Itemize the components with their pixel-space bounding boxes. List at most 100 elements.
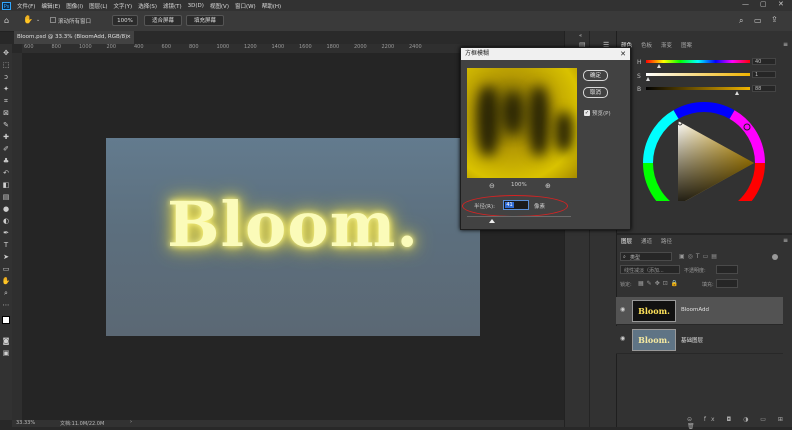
hue-slider[interactable]: [646, 60, 750, 63]
layers-menu-icon[interactable]: ≡: [783, 237, 788, 244]
layer-row-bloomadd[interactable]: ◉ Bloom. BloomAdd: [616, 297, 783, 325]
blur-preview[interactable]: [467, 68, 577, 178]
tab-layers[interactable]: 图层: [621, 237, 632, 245]
zoom-in-icon[interactable]: ⊕: [545, 182, 551, 190]
crop-tool-icon[interactable]: ⌗: [1, 96, 11, 106]
brightness-value[interactable]: 88: [752, 85, 776, 92]
menu-edit[interactable]: 编辑(E): [38, 2, 63, 10]
brightness-slider[interactable]: [646, 87, 750, 90]
hue-slider-handle[interactable]: [657, 64, 661, 68]
fit-screen-button[interactable]: 适合屏幕: [144, 15, 182, 26]
dodge-tool-icon[interactable]: ◐: [1, 216, 11, 226]
radius-slider-handle[interactable]: [489, 219, 495, 223]
fill-screen-button[interactable]: 填充屏幕: [186, 15, 224, 26]
magic-wand-icon[interactable]: ✦: [1, 84, 11, 94]
filter-toggle[interactable]: [772, 254, 778, 260]
tab-gradients[interactable]: 渐变: [661, 41, 672, 49]
tab-patterns[interactable]: 图案: [681, 41, 692, 49]
fill-input[interactable]: [716, 279, 738, 288]
opacity-input[interactable]: [716, 265, 738, 274]
layer-actions-bar[interactable]: ⊝ fx ◘ ◑ ▭ ⊞ 🗑: [687, 416, 792, 430]
path-select-icon[interactable]: ➤: [1, 252, 11, 262]
collapse-icon[interactable]: «: [579, 33, 582, 39]
pen-tool-icon[interactable]: ✒: [1, 228, 11, 238]
layer-filter-icons[interactable]: ▣◎T▭▤: [679, 253, 720, 260]
blend-mode-label: 线性减淡（添加...: [624, 268, 664, 274]
visibility-eye-icon[interactable]: ◉: [620, 306, 625, 313]
menu-window[interactable]: 窗口(W): [232, 2, 259, 10]
dialog-titlebar[interactable]: 方框模糊 ✕: [461, 48, 630, 60]
home-icon[interactable]: ⌂: [4, 16, 9, 25]
tab-swatches[interactable]: 色板: [641, 41, 652, 49]
type-tool-icon[interactable]: T: [1, 240, 11, 250]
hand-tool-icon[interactable]: ✋: [23, 15, 33, 24]
menu-image[interactable]: 图像(I): [63, 2, 86, 10]
visibility-eye-icon[interactable]: ◉: [620, 335, 625, 342]
foreground-color-swatch[interactable]: [2, 316, 10, 324]
panel-menu-icon[interactable]: ≡: [783, 41, 788, 48]
brightness-slider-handle[interactable]: [735, 91, 739, 95]
status-chevron-icon[interactable]: ›: [130, 419, 132, 425]
menu-3d[interactable]: 3D(D): [185, 3, 207, 9]
saturation-slider[interactable]: [646, 73, 750, 76]
zoom-out-icon[interactable]: ⊖: [489, 182, 495, 190]
hand-tool-icon[interactable]: ✋: [1, 276, 11, 286]
saturation-value[interactable]: 1: [752, 71, 776, 78]
maximize-icon[interactable]: ▢: [760, 0, 767, 8]
menu-help[interactable]: 帮助(H): [259, 2, 284, 10]
screen-mode-icon[interactable]: ▣: [1, 348, 11, 358]
radius-slider[interactable]: [467, 216, 571, 217]
search-icon[interactable]: ⌕: [739, 16, 743, 26]
preview-checkbox[interactable]: ✓: [584, 110, 590, 116]
tab-paths[interactable]: 路径: [661, 237, 672, 245]
tab-channels[interactable]: 通道: [641, 237, 652, 245]
dialog-close-icon[interactable]: ✕: [620, 48, 626, 60]
menu-layer[interactable]: 图层(L): [86, 2, 110, 10]
more-tools-icon[interactable]: ⋯: [1, 300, 11, 310]
blur-tool-icon[interactable]: ●: [1, 204, 11, 214]
minimize-icon[interactable]: —: [742, 0, 749, 8]
cancel-button[interactable]: 取消: [583, 87, 608, 98]
brush-tool-icon[interactable]: ✐: [1, 144, 11, 154]
gradient-tool-icon[interactable]: ▤: [1, 192, 11, 202]
menu-file[interactable]: 文件(F): [14, 2, 38, 10]
hue-value[interactable]: 40: [752, 58, 776, 65]
share-icon[interactable]: ⇪: [771, 15, 778, 24]
menu-type[interactable]: 文字(Y): [111, 2, 136, 10]
eyedropper-icon[interactable]: ✎: [1, 120, 11, 130]
saturation-slider-handle[interactable]: [646, 77, 650, 81]
frame-tool-icon[interactable]: ⊠: [1, 108, 11, 118]
eraser-icon[interactable]: ◧: [1, 180, 11, 190]
menu-filter[interactable]: 滤镜(T): [160, 2, 185, 10]
blend-mode-dropdown[interactable]: 线性减淡（添加...: [620, 265, 680, 274]
zoom-100-button[interactable]: 100%: [112, 15, 138, 26]
document-tab-title: Bloom.psd @ 33.3% (BloomAdd, RGB/8): [17, 34, 128, 40]
layer-row-base[interactable]: ◉ Bloom. 基础图层: [616, 326, 783, 354]
fill-label: 填充:: [702, 282, 714, 288]
lock-icons[interactable]: ▦✎✥⊡🔒: [638, 280, 681, 287]
chevron-down-icon[interactable]: ⌄: [36, 17, 40, 23]
quick-mask-icon[interactable]: ◙: [1, 336, 11, 346]
lasso-tool-icon[interactable]: ↄ: [1, 72, 11, 82]
document-tab[interactable]: Bloom.psd @ 33.3% (BloomAdd, RGB/8) ×: [14, 31, 134, 44]
rectangle-tool-icon[interactable]: ▭: [1, 264, 11, 274]
scroll-all-checkbox[interactable]: [50, 17, 56, 23]
zoom-level[interactable]: 33.33%: [16, 420, 35, 426]
workspace-icon[interactable]: ▭: [754, 16, 762, 25]
document-canvas[interactable]: Bloom.: [106, 138, 480, 336]
close-icon[interactable]: ✕: [778, 0, 784, 8]
layer-filter-dropdown[interactable]: ⌕ 类型: [620, 252, 672, 261]
layer-name[interactable]: 基础图层: [681, 336, 703, 344]
menu-select[interactable]: 选择(S): [135, 2, 160, 10]
tab-close-icon[interactable]: ×: [126, 31, 131, 44]
history-brush-icon[interactable]: ↶: [1, 168, 11, 178]
radius-input[interactable]: 41: [503, 200, 529, 210]
clone-stamp-icon[interactable]: ♣: [1, 156, 11, 166]
move-tool-icon[interactable]: ✥: [1, 48, 11, 58]
marquee-tool-icon[interactable]: ⬚: [1, 60, 11, 70]
layer-name[interactable]: BloomAdd: [681, 307, 709, 313]
menu-view[interactable]: 视图(V): [207, 2, 232, 10]
ok-button[interactable]: 确定: [583, 70, 608, 81]
healing-brush-icon[interactable]: ✚: [1, 132, 11, 142]
zoom-tool-icon[interactable]: ⌕: [1, 288, 11, 298]
